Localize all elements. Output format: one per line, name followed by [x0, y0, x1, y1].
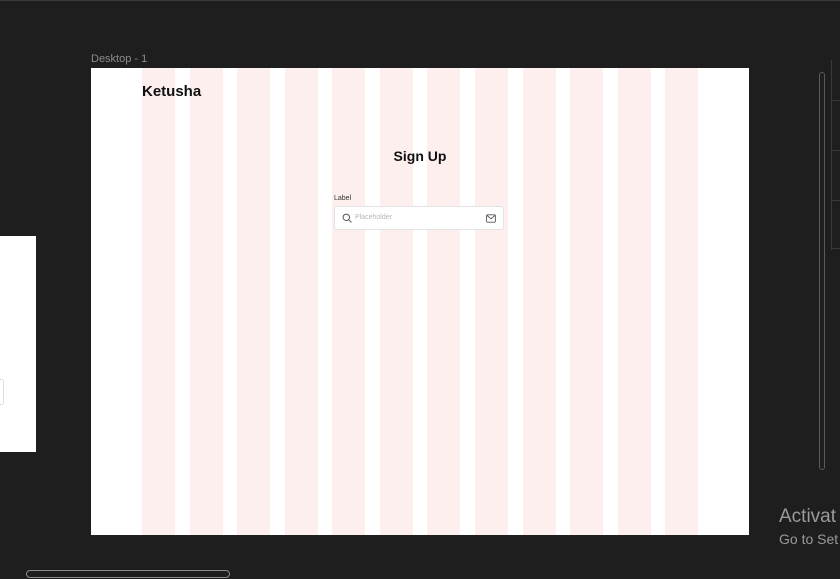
grid-column [190, 68, 223, 535]
canvas-top-border [0, 0, 840, 1]
frame-name-label[interactable]: Desktop - 1 [91, 53, 147, 65]
field-label[interactable]: Label [334, 195, 351, 202]
activation-watermark: Activat Go to Set [779, 505, 840, 549]
offscreen-element [0, 379, 4, 405]
right-panel-edge [831, 60, 840, 250]
panel-divider [831, 60, 832, 250]
panel-divider [831, 200, 840, 201]
offscreen-frame[interactable] [0, 236, 36, 452]
design-canvas[interactable]: Desktop - 1 Ketusha Sign Up Label Placeh… [0, 0, 840, 579]
search-icon [342, 213, 352, 223]
horizontal-scrollbar[interactable] [26, 570, 230, 578]
grid-column [570, 68, 603, 535]
panel-divider [831, 100, 840, 101]
vertical-scrollbar[interactable] [819, 72, 825, 470]
desktop-frame[interactable]: Ketusha Sign Up Label Placeholder [91, 68, 749, 535]
panel-divider [831, 248, 840, 249]
activation-title: Activat [779, 506, 837, 527]
search-input[interactable]: Placeholder [334, 206, 504, 230]
mail-icon [486, 214, 496, 223]
panel-divider [831, 150, 840, 151]
grid-column [142, 68, 175, 535]
page-title[interactable]: Sign Up [91, 148, 749, 164]
grid-column [285, 68, 318, 535]
grid-column [427, 68, 460, 535]
grid-column [665, 68, 698, 535]
activation-subtitle: Go to Set [779, 531, 839, 547]
grid-column [237, 68, 270, 535]
grid-column [332, 68, 365, 535]
grid-column [618, 68, 651, 535]
grid-column [380, 68, 413, 535]
input-placeholder: Placeholder [355, 214, 392, 221]
grid-column [475, 68, 508, 535]
brand-logo[interactable]: Ketusha [142, 83, 201, 100]
grid-column [523, 68, 556, 535]
